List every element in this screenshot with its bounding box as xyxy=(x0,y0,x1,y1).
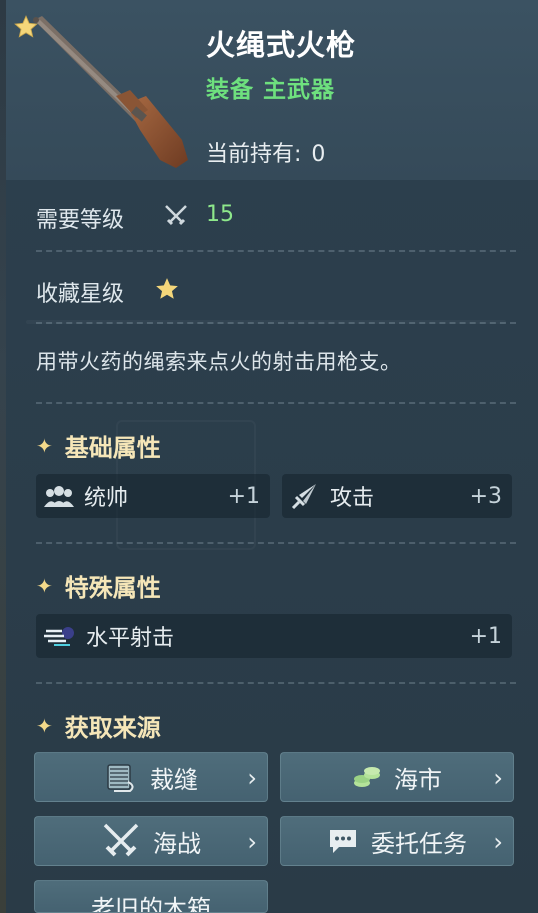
basic-attrs-title-text: 基础属性 xyxy=(64,434,161,462)
source-label: 老旧的木箱 xyxy=(91,895,211,913)
basic-attrs-title: ✦ 基础属性 xyxy=(36,428,161,463)
chevron-right-icon: › xyxy=(493,828,503,856)
required-level-label: 需要等级 xyxy=(36,208,125,233)
divider xyxy=(36,542,516,544)
horizontal-shot-icon xyxy=(44,623,76,649)
special-attrs-title: ✦ 特殊属性 xyxy=(36,568,161,603)
item-category: 装备 主武器 xyxy=(206,77,336,103)
item-title: 火绳式火枪 xyxy=(206,28,357,62)
item-detail-panel: 火绳式火枪 装备 主武器 当前持有: 0 需要等级 15 收藏星级 用带火药的绳索… xyxy=(6,0,538,913)
source-label: 海市 xyxy=(394,765,442,794)
item-header: 火绳式火枪 装备 主武器 当前持有: 0 xyxy=(6,0,538,180)
sources-title-text: 获取来源 xyxy=(64,714,161,742)
divider xyxy=(36,402,516,404)
attr-label: 水平射击 xyxy=(86,626,175,651)
special-attrs-title-text: 特殊属性 xyxy=(64,574,161,602)
sparkle-icon: ✦ xyxy=(36,573,53,598)
chevron-right-icon: › xyxy=(247,828,257,856)
chevron-right-icon: › xyxy=(247,764,257,792)
people-icon xyxy=(44,483,74,509)
attr-label: 统帅 xyxy=(84,486,129,511)
attr-command: 统帅 +1 xyxy=(36,474,270,518)
source-naval-battle-button[interactable]: 海战 › xyxy=(34,816,268,866)
star-icon xyxy=(154,276,180,306)
attr-value: +1 xyxy=(469,623,502,649)
source-market-button[interactable]: 海市 › xyxy=(280,752,514,802)
chevron-right-icon: › xyxy=(493,764,503,792)
source-tailor-button[interactable]: 裁缝 › xyxy=(34,752,268,802)
required-level-value: 15 xyxy=(206,202,234,227)
attr-label: 攻击 xyxy=(330,486,375,511)
item-description: 用带火药的绳索来点火的射击用枪支。 xyxy=(36,350,402,374)
coins-icon xyxy=(352,764,382,790)
attr-value: +1 xyxy=(227,483,260,509)
crossed-swords-icon xyxy=(162,202,190,234)
source-label: 海战 xyxy=(153,829,201,858)
owned-count: 当前持有: 0 xyxy=(206,136,325,168)
crossed-swords-icon xyxy=(101,821,141,861)
source-label: 裁缝 xyxy=(150,765,198,794)
collect-star-label: 收藏星级 xyxy=(36,282,125,307)
sword-icon xyxy=(290,481,320,511)
owned-label: 当前持有: xyxy=(206,142,302,167)
sparkle-icon: ✦ xyxy=(36,713,53,738)
attr-attack: 攻击 +3 xyxy=(282,474,512,518)
source-label: 委托任务 xyxy=(371,829,467,858)
divider xyxy=(36,250,516,252)
sources-title: ✦ 获取来源 xyxy=(36,708,161,743)
owned-value: 0 xyxy=(311,142,326,167)
attr-horizontal-shot: 水平射击 +1 xyxy=(36,614,512,658)
attr-value: +3 xyxy=(469,483,502,509)
source-old-wooden-chest-button[interactable]: 老旧的木箱 xyxy=(34,880,268,913)
source-commission-button[interactable]: 委托任务 › xyxy=(280,816,514,866)
star-badge-icon xyxy=(13,14,39,40)
fabric-roll-icon xyxy=(104,762,138,792)
chat-icon xyxy=(327,827,359,855)
sparkle-icon: ✦ xyxy=(36,433,53,458)
divider xyxy=(36,322,516,324)
divider xyxy=(36,682,516,684)
